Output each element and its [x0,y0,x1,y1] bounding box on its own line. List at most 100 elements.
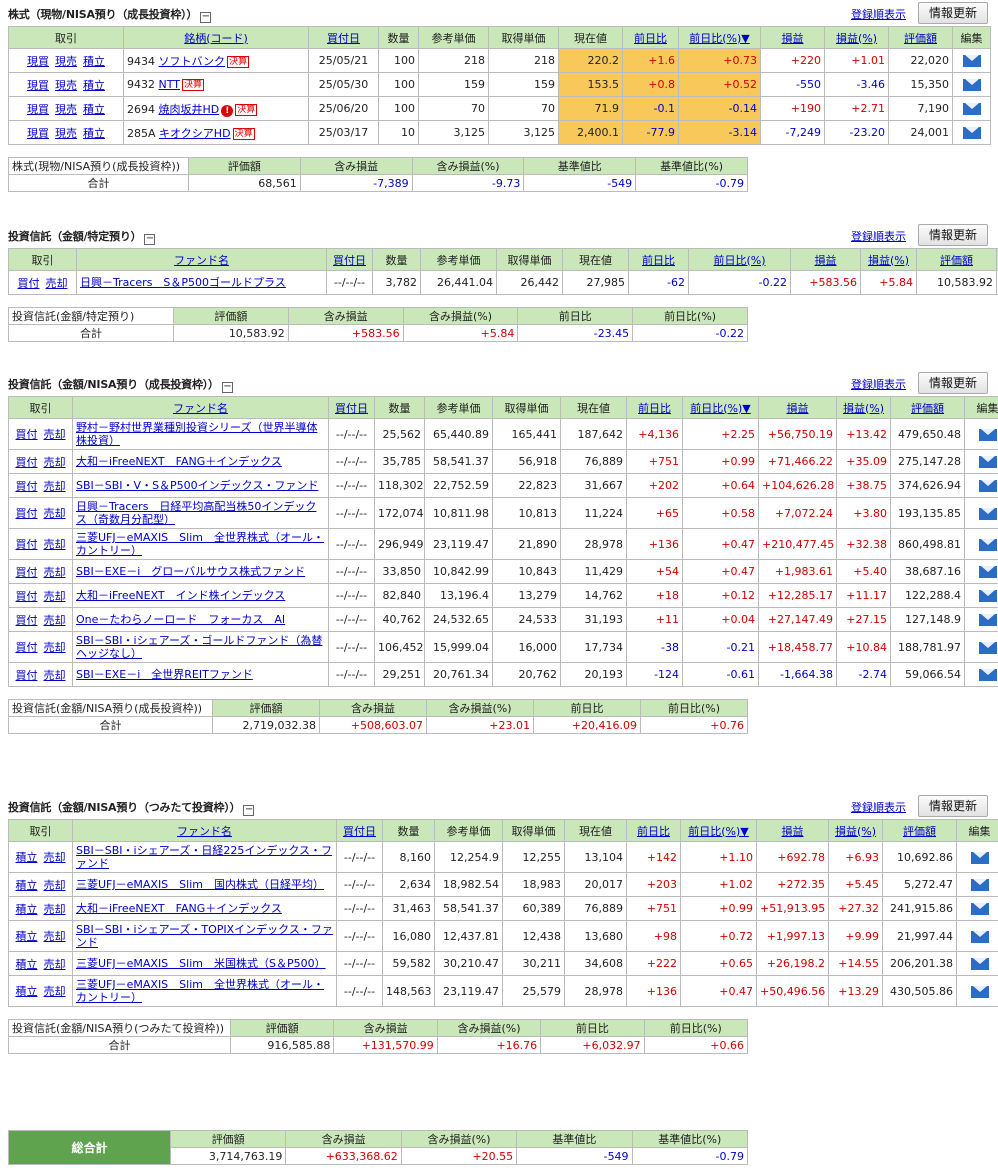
trade-action-link[interactable]: 売却 [44,669,66,682]
sort-order-link[interactable]: 登録順表示 [851,799,906,815]
trade-action-link[interactable]: 買付 [16,507,38,520]
fund-name-link[interactable]: 三菱UFJ－eMAXIS Slim 国内株式（日経平均） [76,878,324,891]
trade-action-link[interactable]: 買付 [16,480,38,493]
sort-column-header[interactable]: 評価額 [890,396,965,419]
sort-column-header[interactable]: 前日比 [628,248,689,271]
refresh-button[interactable]: 情報更新 [918,795,988,817]
mail-icon[interactable] [962,79,981,91]
sort-column-header[interactable]: 損益 [760,26,825,49]
mail-icon[interactable] [978,507,997,520]
sort-column-header[interactable]: 損益(%) [824,26,889,49]
trade-action-link[interactable]: 積立 [83,103,105,116]
trade-action-link[interactable]: 現買 [27,79,49,92]
sort-column-header[interactable]: 買付日 [328,396,375,419]
sort-column-header[interactable]: 前日比 [626,819,681,842]
sort-column-header[interactable]: 買付日 [336,819,383,842]
mail-icon[interactable] [978,614,997,626]
trade-action-link[interactable]: 買付 [16,428,38,441]
trade-action-link[interactable]: 買付 [16,641,38,654]
fund-name-link[interactable]: SBI－SBI・iシェアーズ・ゴールドファンド（為替ヘッジなし） [76,634,322,660]
trade-action-link[interactable]: 買付 [16,669,38,682]
trade-action-link[interactable]: 売却 [44,641,66,654]
sort-order-link[interactable]: 登録順表示 [851,6,906,22]
sort-column-header[interactable]: 損益(%) [836,396,891,419]
mail-icon[interactable] [970,879,989,891]
mail-icon[interactable] [978,566,997,578]
trade-action-link[interactable]: 売却 [44,538,66,551]
earnings-badge[interactable]: 決算 [227,55,250,68]
trade-action-link[interactable]: 現売 [55,103,77,116]
sort-column-header[interactable]: ファンド名 [72,819,337,842]
fund-name-link[interactable]: 野村－野村世界業種別投資シリーズ（世界半導体株投資） [76,421,317,447]
trade-action-link[interactable]: 積立 [16,903,38,916]
trade-action-link[interactable]: 現買 [27,55,49,68]
trade-action-link[interactable]: 買付 [16,566,38,579]
mail-icon[interactable] [970,985,989,998]
trade-action-link[interactable]: 売却 [46,277,68,290]
sort-column-header[interactable]: 買付日 [308,26,379,49]
trade-action-link[interactable]: 現買 [27,103,49,116]
sort-column-header[interactable]: 損益 [756,819,829,842]
fund-name-link[interactable]: One－たわらノーロード フォーカス AI [76,613,285,626]
sort-column-header[interactable]: ファンド名 [76,248,327,271]
trade-action-link[interactable]: 現売 [55,127,77,140]
mail-icon[interactable] [978,538,997,551]
trade-action-link[interactable]: 買付 [16,538,38,551]
mail-icon[interactable] [970,851,989,864]
trade-action-link[interactable]: 積立 [16,985,38,998]
sort-column-header[interactable]: 損益 [790,248,861,271]
trade-action-link[interactable]: 売却 [44,566,66,579]
fund-name-link[interactable]: 大和－iFreeNEXT FANG＋インデックス [76,902,282,915]
trade-action-link[interactable]: 積立 [83,127,105,140]
trade-action-link[interactable]: 積立 [16,958,38,971]
fund-name-link[interactable]: 三菱UFJ－eMAXIS Slim 全世界株式（オール・カントリー） [76,531,324,557]
fund-name-link[interactable]: SBI－SBI・V・S＆P500インデックス・ファンド [76,479,318,492]
fund-name-link[interactable]: 大和－iFreeNEXT インド株インデックス [76,589,285,602]
trade-action-link[interactable]: 買付 [18,277,40,290]
collapse-toggle-icon[interactable]: − [243,805,255,816]
refresh-button[interactable]: 情報更新 [918,224,988,246]
mail-icon[interactable] [970,903,989,915]
collapse-toggle-icon[interactable]: − [200,12,212,23]
trade-action-link[interactable]: 売却 [44,480,66,493]
trade-action-link[interactable]: 売却 [44,456,66,469]
mail-icon[interactable] [978,480,997,492]
sort-order-link[interactable]: 登録順表示 [851,376,906,392]
sort-column-header[interactable]: 損益(%) [860,248,917,271]
sort-column-header[interactable]: 前日比(%)▼ [680,819,757,842]
stock-name-link[interactable]: NTT [159,78,180,91]
trade-action-link[interactable]: 売却 [44,614,66,627]
trade-action-link[interactable]: 現買 [27,127,49,140]
trade-action-link[interactable]: 積立 [16,851,38,864]
sort-column-header[interactable]: 前日比(%)▼ [678,26,761,49]
fund-name-link[interactable]: 大和－iFreeNEXT FANG＋インデックス [76,455,282,468]
sort-column-header[interactable]: 前日比 [626,396,683,419]
sort-column-header[interactable]: 銘柄(コード) [123,26,309,49]
mail-icon[interactable] [978,428,997,441]
fund-name-link[interactable]: SBI－EXE－i 全世界REITファンド [76,668,253,681]
sort-column-header[interactable]: 買付日 [326,248,373,271]
refresh-button[interactable]: 情報更新 [918,372,988,394]
mail-icon[interactable] [978,669,997,681]
mail-icon[interactable] [978,456,997,468]
fund-name-link[interactable]: SBI－SBI・iシェアーズ・日経225インデックス・ファンド [76,844,332,870]
trade-action-link[interactable]: 売却 [44,930,66,943]
sort-column-header[interactable]: 評価額 [916,248,997,271]
trade-action-link[interactable]: 売却 [44,590,66,603]
mail-icon[interactable] [962,55,981,67]
fund-name-link[interactable]: 三菱UFJ－eMAXIS Slim 米国株式（S＆P500） [76,957,326,970]
trade-action-link[interactable]: 積立 [83,55,105,68]
trade-action-link[interactable]: 積立 [16,879,38,892]
sort-column-header[interactable]: 前日比(%) [688,248,791,271]
trade-action-link[interactable]: 買付 [16,614,38,627]
alert-icon[interactable]: ! [221,104,234,117]
trade-action-link[interactable]: 積立 [16,930,38,943]
collapse-toggle-icon[interactable]: − [144,234,156,245]
sort-order-link[interactable]: 登録順表示 [851,228,906,244]
fund-name-link[interactable]: SBI－SBI・iシェアーズ・TOPIXインデックス・ファンド [76,923,333,949]
trade-action-link[interactable]: 売却 [44,903,66,916]
fund-name-link[interactable]: 日興－Tracers S＆P500ゴールドプラス [80,276,286,289]
mail-icon[interactable] [962,127,981,139]
sort-column-header[interactable]: 損益(%) [828,819,883,842]
mail-icon[interactable] [978,590,997,602]
